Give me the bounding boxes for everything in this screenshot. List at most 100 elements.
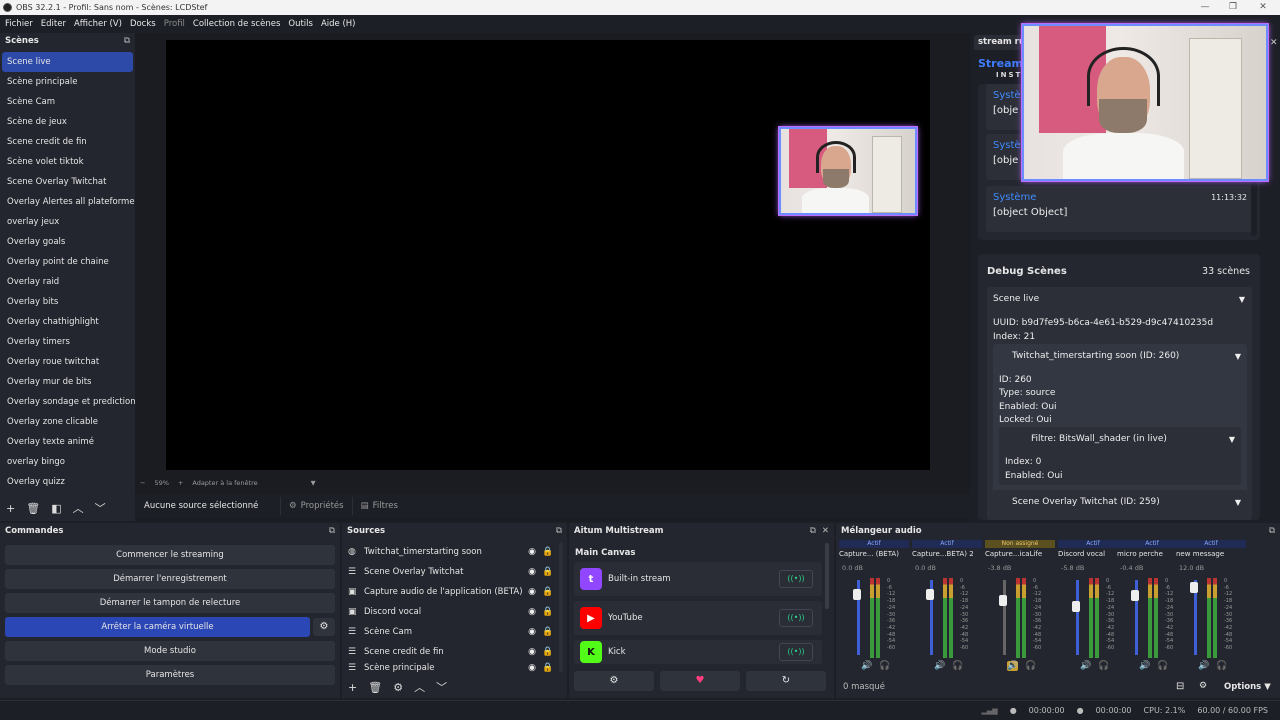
eye-icon[interactable]: ◉ bbox=[524, 547, 540, 557]
broadcast-toggle[interactable]: ((•)) bbox=[779, 570, 813, 588]
scene-item[interactable]: Overlay Alertes all plateforme bbox=[0, 192, 135, 212]
fader-knob[interactable] bbox=[853, 589, 861, 601]
lock-icon[interactable]: 🔒 bbox=[540, 547, 556, 557]
stream-tab[interactable]: stream ru bbox=[974, 35, 1029, 50]
undock-icon[interactable]: ⧉ bbox=[556, 526, 562, 536]
fader-knob[interactable] bbox=[1190, 581, 1198, 593]
maximize-icon[interactable]: ❐ bbox=[1218, 0, 1248, 15]
filter-icon[interactable]: ◧ bbox=[51, 502, 61, 515]
add-icon[interactable]: + bbox=[348, 681, 357, 694]
aitum-settings-button[interactable]: ⚙ bbox=[574, 671, 654, 691]
scene-item[interactable]: Overlay point de chaine bbox=[0, 252, 135, 272]
fit-window-select[interactable]: Adapter à la fenêtre bbox=[192, 479, 257, 487]
monitor-icon[interactable]: 🎧 bbox=[1025, 661, 1036, 671]
speaker-icon[interactable]: 🔊 bbox=[1007, 661, 1019, 671]
caret-down-icon[interactable]: ▼ bbox=[1229, 435, 1235, 444]
source-row[interactable]: ☰ Scène Cam ◉ 🔒 bbox=[348, 622, 556, 642]
start-recording-button[interactable]: Démarrer l'enregistrement bbox=[5, 569, 335, 589]
arrow-up-icon[interactable]: ︿ bbox=[73, 500, 84, 516]
start-streaming-button[interactable]: Commencer le streaming bbox=[5, 545, 335, 565]
volume-fader[interactable] bbox=[1076, 580, 1079, 655]
mixer-options-button[interactable]: Options ▼ bbox=[1224, 682, 1271, 692]
scene-item[interactable]: Overlay texte animé bbox=[0, 432, 135, 452]
broadcast-toggle[interactable]: ((•)) bbox=[779, 643, 813, 661]
caret-down-icon[interactable]: ▼ bbox=[1235, 352, 1241, 361]
scene-item[interactable]: overlay jeux bbox=[0, 212, 135, 232]
source-row[interactable]: ◍ Twitchat_timerstarting soon ◉ 🔒 bbox=[348, 542, 556, 562]
scene-name[interactable]: Scene live bbox=[993, 294, 1039, 304]
sources-scrollbar[interactable] bbox=[559, 542, 563, 672]
menu-outils[interactable]: Outils bbox=[285, 19, 316, 29]
scene-item[interactable]: Scène principale bbox=[0, 72, 135, 92]
scene-item[interactable]: Overlay quizz bbox=[0, 472, 135, 492]
undock-icon[interactable]: ⧉ bbox=[329, 526, 335, 536]
close-dock-icon[interactable]: ✕ bbox=[1270, 38, 1278, 48]
scene-item[interactable]: Overlay goals bbox=[0, 232, 135, 252]
close-icon[interactable]: ✕ bbox=[1248, 0, 1278, 15]
scene-item[interactable]: overlay bingo bbox=[0, 452, 135, 472]
channel-name[interactable]: new message bbox=[1176, 550, 1246, 560]
lock-icon[interactable]: 🔒 bbox=[540, 607, 556, 617]
monitor-icon[interactable]: 🎧 bbox=[1157, 661, 1168, 671]
caret-down-icon[interactable]: ▼ bbox=[1235, 498, 1241, 507]
scene-item[interactable]: Overlay chathighlight bbox=[0, 312, 135, 332]
aitum-heart-button[interactable]: ♥ bbox=[660, 671, 740, 691]
scene-item[interactable]: Overlay raid bbox=[0, 272, 135, 292]
scene-item[interactable]: Overlay mur de bits bbox=[0, 372, 135, 392]
speaker-icon[interactable]: 🔊 bbox=[1080, 661, 1091, 671]
trash-icon[interactable]: 🗑 bbox=[368, 681, 382, 694]
scene-item[interactable]: Overlay sondage et prediction bbox=[0, 392, 135, 412]
speaker-icon[interactable]: 🔊 bbox=[861, 661, 872, 671]
fader-knob[interactable] bbox=[926, 589, 934, 601]
source-name[interactable]: Twitchat_timerstarting soon (ID: 260) bbox=[1012, 351, 1179, 361]
close-icon[interactable]: ✕ bbox=[822, 526, 829, 536]
eye-icon[interactable]: ◉ bbox=[524, 663, 540, 673]
scene-item[interactable]: Scene credit de fin bbox=[0, 132, 135, 152]
preview-canvas[interactable] bbox=[166, 40, 930, 470]
channel-name[interactable]: Capture... (BÊTA) bbox=[839, 550, 909, 560]
lock-icon[interactable]: 🔒 bbox=[540, 567, 556, 577]
next-source-name[interactable]: Scene Overlay Twitchat (ID: 259) bbox=[1012, 497, 1160, 507]
monitor-icon[interactable]: 🎧 bbox=[1216, 661, 1227, 671]
fader-knob[interactable] bbox=[999, 594, 1007, 606]
channel-name[interactable]: Capture...BÊTA) 2 bbox=[912, 550, 982, 560]
eye-icon[interactable]: ◉ bbox=[524, 607, 540, 617]
eye-icon[interactable]: ◉ bbox=[524, 567, 540, 577]
menu-afficher[interactable]: Afficher (V) bbox=[71, 19, 125, 29]
stop-virtual-camera-button[interactable]: Arrêter la caméra virtuelle bbox=[5, 617, 310, 637]
arrow-down-icon[interactable]: ﹀ bbox=[95, 500, 106, 516]
menu-docks[interactable]: Docks bbox=[127, 19, 159, 29]
eye-icon[interactable]: ◉ bbox=[524, 587, 540, 597]
scene-item[interactable]: Overlay bits bbox=[0, 292, 135, 312]
filters-button[interactable]: ▤ Filtres bbox=[351, 497, 406, 515]
monitor-icon[interactable]: 🎧 bbox=[879, 661, 890, 671]
fader-knob[interactable] bbox=[1072, 600, 1080, 612]
add-icon[interactable]: + bbox=[6, 502, 15, 515]
properties-button[interactable]: ⚙ Propriétés bbox=[280, 497, 352, 515]
source-row[interactable]: ▣ Discord vocal ◉ 🔒 bbox=[348, 602, 556, 622]
monitor-icon[interactable]: 🎧 bbox=[1098, 661, 1109, 671]
scene-item[interactable]: Scène volet tiktok bbox=[0, 152, 135, 172]
minimize-icon[interactable]: — bbox=[1190, 0, 1220, 15]
caret-down-icon[interactable]: ▼ bbox=[1239, 295, 1245, 304]
aitum-refresh-button[interactable]: ↻ bbox=[746, 671, 826, 691]
broadcast-toggle[interactable]: ((•)) bbox=[779, 609, 813, 627]
trash-icon[interactable]: 🗑 bbox=[26, 502, 40, 515]
source-row[interactable]: ☰ Scene Overlay Twitchat ◉ 🔒 bbox=[348, 562, 556, 582]
menu-collection[interactable]: Collection de scènes bbox=[190, 19, 283, 29]
menu-editer[interactable]: Editer bbox=[38, 19, 69, 29]
menu-fichier[interactable]: Fichier bbox=[2, 19, 36, 29]
source-row[interactable]: ☰ Scène principale ◉ 🔒 bbox=[348, 662, 556, 674]
replay-buffer-button[interactable]: Démarrer le tampon de relecture bbox=[5, 593, 335, 613]
channel-name[interactable]: Capture...icaLife bbox=[985, 550, 1055, 560]
aitum-scrollbar[interactable] bbox=[825, 543, 829, 609]
volume-fader[interactable] bbox=[1003, 580, 1006, 655]
scene-item[interactable]: Overlay roue twitchat bbox=[0, 352, 135, 372]
monitor-icon[interactable]: 🎧 bbox=[952, 661, 963, 671]
speaker-icon[interactable]: 🔊 bbox=[1139, 661, 1150, 671]
settings-icon[interactable]: ⚙ bbox=[1199, 681, 1207, 691]
zoom-out-icon[interactable]: − bbox=[140, 479, 145, 487]
settings-button[interactable]: Paramètres bbox=[5, 665, 335, 685]
lock-icon[interactable]: 🔒 bbox=[540, 647, 556, 657]
chevron-down-icon[interactable]: ▼ bbox=[311, 479, 316, 487]
